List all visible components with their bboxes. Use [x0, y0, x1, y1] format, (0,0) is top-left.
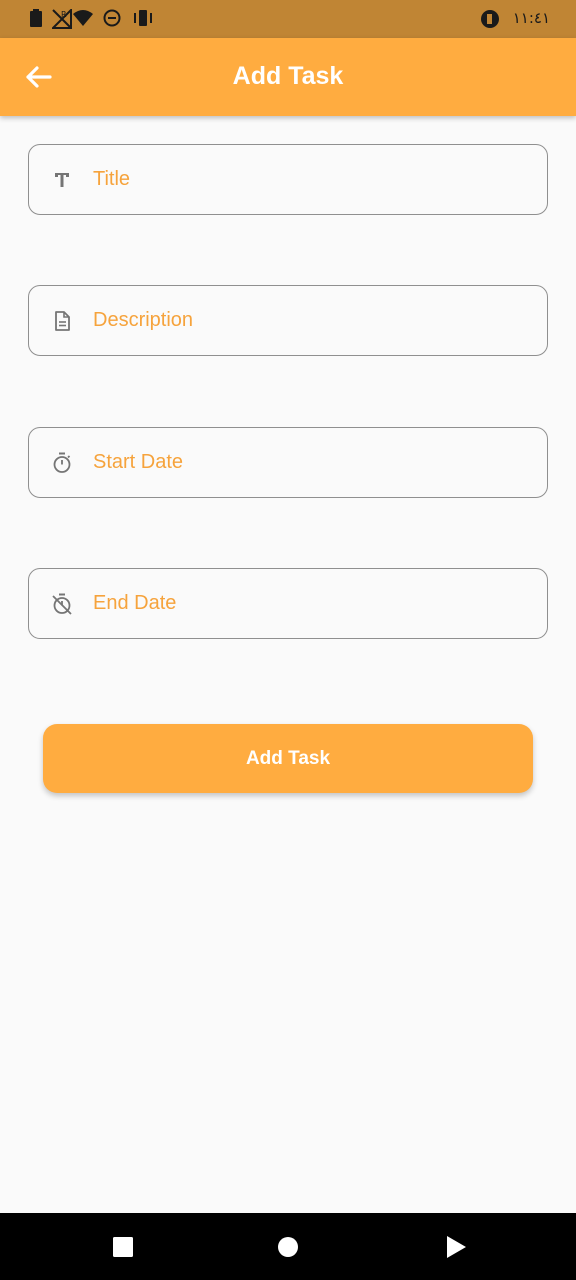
start-date-input[interactable] — [93, 428, 531, 496]
recents-square-icon[interactable] — [112, 1236, 134, 1258]
timer-off-icon — [52, 593, 72, 615]
no-signal-icon: R — [52, 9, 72, 29]
description-field[interactable] — [28, 285, 548, 356]
vibrate-icon — [134, 10, 152, 26]
battery-icon — [30, 9, 42, 27]
add-task-button[interactable]: Add Task — [43, 724, 533, 793]
description-icon — [55, 311, 70, 331]
do-not-disturb-icon — [103, 9, 121, 27]
text-title-icon — [55, 173, 69, 187]
home-circle-icon[interactable] — [277, 1236, 299, 1258]
svg-text:R: R — [61, 10, 67, 19]
title-field[interactable] — [28, 144, 548, 215]
status-bar: R ١١:٤١ — [0, 0, 576, 38]
start-date-field[interactable] — [28, 427, 548, 498]
title-input[interactable] — [93, 145, 531, 213]
timer-icon — [53, 452, 71, 473]
end-date-input[interactable] — [93, 569, 531, 637]
end-date-field[interactable] — [28, 568, 548, 639]
wifi-icon — [73, 10, 93, 26]
back-triangle-icon[interactable] — [445, 1235, 467, 1259]
navigation-bar — [0, 1213, 576, 1280]
description-input[interactable] — [93, 286, 531, 354]
clock: ١١:٤١ — [512, 9, 550, 27]
app-bar: Add Task — [0, 38, 576, 116]
page-title: Add Task — [232, 62, 344, 90]
app-notification-icon — [481, 10, 499, 28]
